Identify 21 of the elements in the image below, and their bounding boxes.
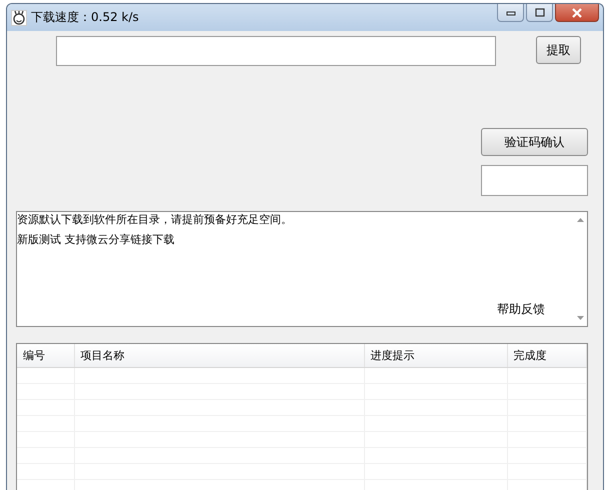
column-header[interactable]: 进度提示 [364, 344, 508, 367]
scroll-up-icon [576, 218, 584, 222]
captcha-input-field[interactable] [481, 165, 588, 196]
maximize-icon [534, 8, 544, 17]
help-feedback-link[interactable]: 帮助反馈 [497, 301, 545, 318]
column-header[interactable]: 完成度 [508, 344, 587, 367]
log-line: 新版测试 支持微云分享链接下载 [17, 233, 176, 247]
log-line: 资源默认下载到软件所在目录，请提前预备好充足空间。 [17, 213, 293, 227]
window-title: 下载速度：0.52 k/s [31, 9, 139, 26]
url-input-field[interactable] [56, 36, 496, 66]
extract-button[interactable]: 提取 [536, 36, 581, 64]
minimize-icon [506, 10, 516, 16]
maximize-button[interactable] [526, 4, 553, 22]
column-header[interactable]: 项目名称 [74, 344, 365, 367]
verify-button[interactable]: 验证码确认 [481, 128, 588, 156]
app-icon [11, 10, 27, 26]
close-icon [571, 8, 583, 18]
close-button[interactable] [555, 4, 599, 22]
minimize-button[interactable] [497, 4, 524, 22]
column-header[interactable]: 编号 [17, 344, 75, 367]
scroll-down-icon [576, 316, 584, 320]
